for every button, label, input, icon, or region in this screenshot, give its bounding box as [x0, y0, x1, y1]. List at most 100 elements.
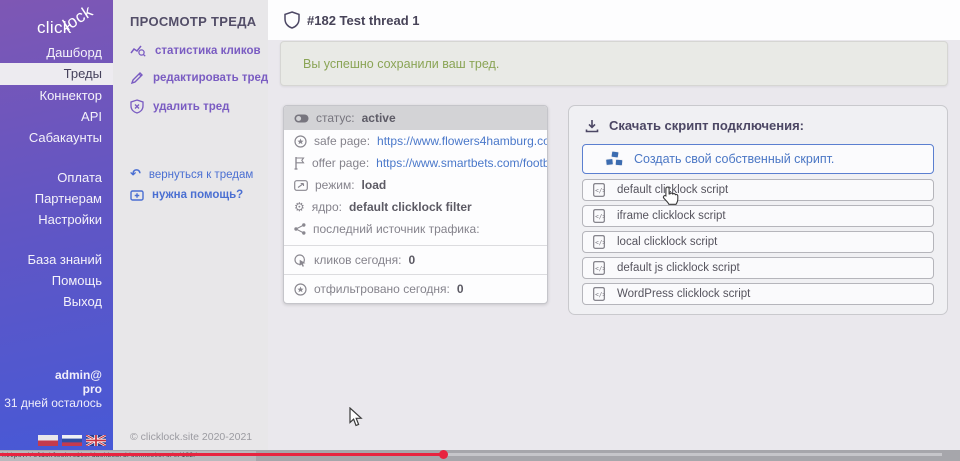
sidebar-item-partners[interactable]: Партнерам: [0, 188, 113, 209]
need-help-label: нужна помощь?: [152, 189, 243, 201]
sidebar-menu: Дашборд Треды Коннектор API Сабакаунты О…: [0, 42, 113, 312]
shield-x-icon: [130, 99, 144, 114]
scripts-card-header: Скачать скрипт подключения:: [585, 118, 947, 133]
pencil-icon: [130, 71, 144, 85]
mode-row: режим: load: [284, 174, 547, 196]
core-label: ядро:: [312, 200, 342, 214]
file-code-icon: </>: [593, 183, 605, 197]
sidebar-item-threads[interactable]: Треды: [0, 63, 113, 85]
flag-uk-icon[interactable]: [86, 435, 106, 446]
stats-search-icon: [130, 44, 146, 57]
sidebar-item-help[interactable]: Помощь: [0, 270, 113, 291]
file-code-icon: </>: [593, 209, 605, 223]
share-icon: [294, 223, 306, 235]
back-to-threads-link[interactable]: ↶ вернуться к тредам: [130, 167, 253, 182]
need-help-link[interactable]: нужна помощь?: [130, 189, 243, 201]
file-code-icon: </>: [593, 261, 605, 275]
default-js-script-label: default js clicklock script: [617, 262, 740, 274]
success-alert: Вы успешно сохранили ваш тред.: [280, 41, 948, 86]
status-label: статус:: [316, 111, 355, 125]
thread-details-card: статус: active safe page: https://www.fl…: [283, 105, 548, 304]
offer-page-row: offer page: https://www.smartbets.com/fo…: [284, 152, 547, 174]
local-script-button[interactable]: </> local clicklock script: [582, 231, 934, 253]
download-scripts-card: Скачать скрипт подключения: Создать свой…: [568, 105, 948, 315]
sidebar-item-api[interactable]: API: [0, 106, 113, 127]
clicklock-logo[interactable]: clicklock: [37, 18, 103, 38]
edit-thread-link[interactable]: редактировать тред: [130, 71, 268, 85]
account-days-left: 31 дней осталось: [4, 396, 102, 410]
svg-text:</>: </>: [595, 213, 605, 220]
sidebar-item-knowledge-base[interactable]: База знаний: [0, 249, 113, 270]
delete-thread-label: удалить тред: [153, 101, 229, 113]
language-switcher: [38, 435, 106, 446]
back-to-threads-label: вернуться к тредам: [149, 169, 253, 181]
sidebar-item-payment[interactable]: Оплата: [0, 167, 113, 188]
edit-thread-label: редактировать тред: [153, 72, 268, 84]
filtered-today-label: отфильтровано сегодня:: [314, 282, 450, 296]
video-progress-handle[interactable]: [439, 450, 448, 459]
safe-page-link[interactable]: https://www.flowers4hamburg.com/: [377, 134, 548, 148]
video-progress: [0, 453, 443, 456]
iframe-script-button[interactable]: </> iframe clicklock script: [582, 205, 934, 227]
download-icon: [585, 119, 599, 133]
click-stats-link[interactable]: статистика кликов: [130, 44, 261, 57]
sidebar-item-dashboard[interactable]: Дашборд: [0, 42, 113, 63]
file-code-icon: </>: [593, 235, 605, 249]
sidebar-item-subaccounts[interactable]: Сабакаунты: [0, 127, 113, 148]
flag-poland-icon[interactable]: [38, 435, 58, 446]
create-custom-script-label: Создать свой собственный скрипт.: [634, 152, 834, 166]
clicks-today-label: кликов сегодня:: [314, 253, 402, 267]
offer-page-link[interactable]: https://www.smartbets.com/football/tea…: [376, 156, 548, 170]
cubes-icon: [605, 151, 625, 168]
svg-text:</>: </>: [595, 239, 605, 246]
shield-icon: [284, 11, 300, 29]
filtered-today-row: отфильтровано сегодня: 0: [284, 275, 547, 303]
safe-page-label: safe page:: [314, 134, 370, 148]
traffic-source-row: последний источник трафика:: [284, 218, 547, 240]
toggle-icon: [294, 114, 309, 123]
clicks-today-value: 0: [409, 253, 416, 267]
filtered-today-value: 0: [457, 282, 464, 296]
help-box-icon: [130, 190, 144, 201]
copyright-text: © clicklock.site 2020-2021: [130, 431, 252, 443]
flag-russia-icon[interactable]: [62, 435, 82, 446]
sidebar: clicklock Дашборд Треды Коннектор API Са…: [0, 0, 113, 450]
iframe-script-label: iframe clicklock script: [617, 210, 726, 222]
default-js-script-button[interactable]: </> default js clicklock script: [582, 257, 934, 279]
traffic-source-label: последний источник трафика:: [313, 222, 480, 236]
thread-header: #182 Test thread 1: [268, 0, 960, 40]
wordpress-script-button[interactable]: </> WordPress clicklock script: [582, 283, 934, 305]
thread-title: #182 Test thread 1: [307, 13, 419, 28]
video-progress-track[interactable]: [0, 453, 942, 456]
create-custom-script-button[interactable]: Создать свой собственный скрипт.: [582, 144, 934, 174]
award-icon: [294, 135, 307, 148]
mode-value: load: [362, 178, 387, 192]
offer-page-label: offer page:: [312, 156, 369, 170]
svg-text:</>: </>: [595, 187, 605, 194]
app-window: clicklock Дашборд Треды Коннектор API Са…: [0, 0, 960, 461]
delete-thread-link[interactable]: удалить тред: [130, 99, 229, 114]
scripts-card-title: Скачать скрипт подключения:: [609, 118, 804, 133]
status-value: active: [362, 111, 396, 125]
default-script-button[interactable]: </> default clicklock script: [582, 179, 934, 201]
clicks-today-row: кликов сегодня: 0: [284, 246, 547, 274]
main-content: #182 Test thread 1 Вы успешно сохранили …: [268, 0, 960, 450]
sidebar-item-settings[interactable]: Настройки: [0, 209, 113, 230]
default-script-label: default clicklock script: [617, 184, 728, 196]
wordpress-script-label: WordPress clicklock script: [617, 288, 750, 300]
success-alert-text: Вы успешно сохранили ваш тред.: [303, 57, 499, 71]
safe-page-row: safe page: https://www.flowers4hamburg.c…: [284, 130, 547, 152]
sidebar-item-logout[interactable]: Выход: [0, 291, 113, 312]
status-row: статус: active: [284, 106, 547, 130]
panel-title: ПРОСМОТР ТРЕДА: [130, 14, 256, 29]
svg-text:</>: </>: [595, 291, 605, 298]
sidebar-item-connector[interactable]: Коннектор: [0, 85, 113, 106]
file-code-icon: </>: [593, 287, 605, 301]
click-cursor-icon: [294, 254, 307, 267]
gear-icon: ⚙: [294, 201, 305, 213]
video-status-bar: https://clicklock.site/dashboard/connect…: [0, 450, 960, 461]
filter-shield-icon: [294, 283, 307, 296]
account-info: admin@ pro 31 дней осталось: [4, 368, 102, 410]
mode-label: режим:: [315, 178, 355, 192]
click-stats-label: статистика кликов: [155, 45, 261, 57]
